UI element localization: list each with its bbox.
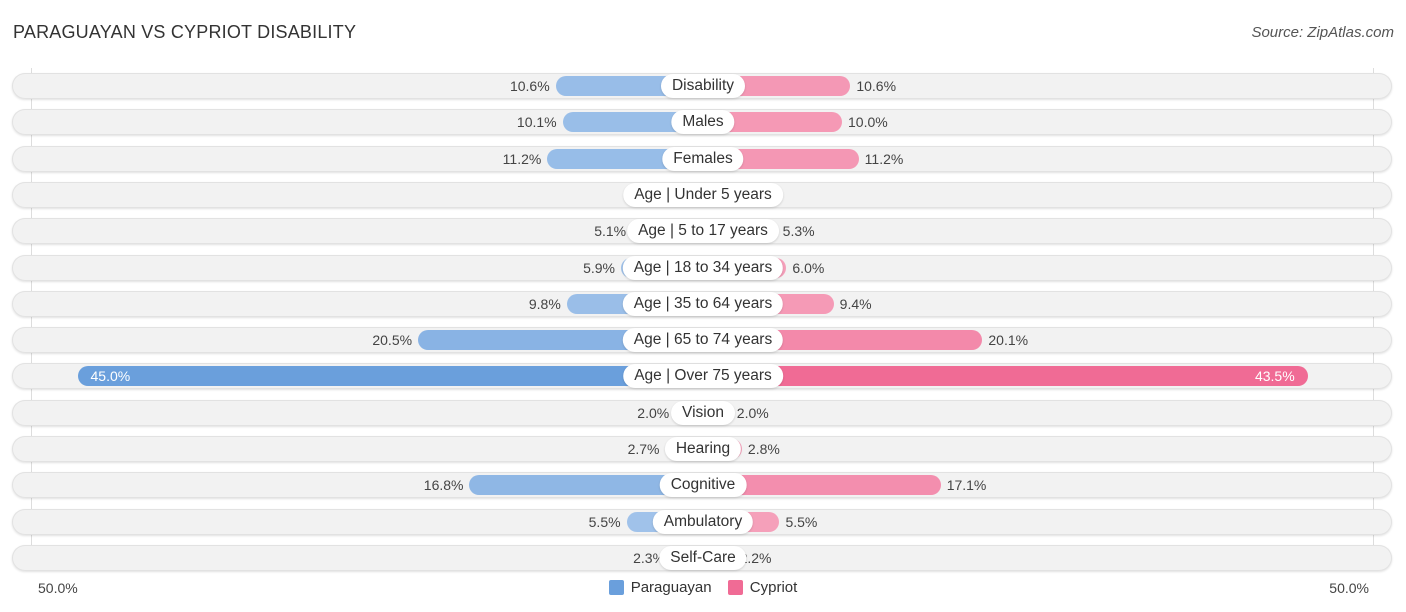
legend-swatch-paraguayan bbox=[608, 580, 624, 595]
value-label-paraguayan: 11.2% bbox=[502, 151, 542, 167]
value-label-paraguayan: 10.1% bbox=[516, 114, 557, 130]
value-label-cypriot: 6.0% bbox=[792, 260, 825, 276]
category-label: Ambulatory bbox=[652, 510, 754, 534]
category-label: Age | 65 to 74 years bbox=[622, 328, 784, 352]
value-label-cypriot: 5.5% bbox=[785, 514, 818, 530]
chart-title: PARAGUAYAN VS CYPRIOT DISABILITY bbox=[13, 22, 357, 42]
value-label-cypriot: 10.0% bbox=[848, 114, 888, 130]
value-label-cypriot: 17.1% bbox=[946, 477, 987, 493]
value-label-cypriot: 9.4% bbox=[839, 296, 872, 312]
value-label-paraguayan: 5.5% bbox=[588, 514, 621, 530]
source-label: Source: ZipAtlas.com bbox=[1251, 24, 1394, 41]
value-label-paraguayan: 5.9% bbox=[583, 260, 615, 276]
bar-paraguayan bbox=[77, 366, 703, 386]
category-label: Age | Under 5 years bbox=[623, 183, 783, 207]
category-label: Males bbox=[671, 110, 735, 134]
value-label-cypriot: 2.8% bbox=[747, 441, 780, 457]
value-label-paraguayan: 16.8% bbox=[423, 477, 464, 493]
legend-swatch-cypriot bbox=[727, 580, 743, 595]
value-label-paraguayan: 10.6% bbox=[509, 78, 550, 94]
category-label: Age | Over 75 years bbox=[623, 364, 783, 388]
legend-item-paraguayan[interactable]: Paraguayan bbox=[608, 579, 712, 596]
category-label: Cognitive bbox=[659, 473, 747, 497]
value-label-cypriot: 11.2% bbox=[864, 151, 904, 167]
value-label-paraguayan: 45.0% bbox=[90, 368, 131, 384]
category-label: Vision bbox=[671, 401, 735, 425]
value-label-cypriot: 5.3% bbox=[782, 223, 815, 239]
value-label-paraguayan: 5.1% bbox=[594, 223, 627, 239]
category-label: Age | 5 to 17 years bbox=[627, 219, 779, 243]
category-label: Hearing bbox=[664, 437, 742, 461]
bar-cypriot bbox=[703, 366, 1308, 386]
legend-label-paraguayan: Paraguayan bbox=[630, 579, 712, 596]
category-label: Disability bbox=[660, 74, 746, 98]
legend-item-cypriot[interactable]: Cypriot bbox=[727, 579, 798, 596]
category-label: Self-Care bbox=[659, 546, 747, 570]
value-label-cypriot: 2.0% bbox=[736, 405, 769, 421]
value-label-paraguayan: 2.0% bbox=[637, 405, 670, 421]
category-label: Females bbox=[662, 147, 744, 171]
value-label-cypriot: 20.1% bbox=[988, 332, 1029, 348]
category-label: Age | 18 to 34 years bbox=[622, 256, 784, 280]
value-label-paraguayan: 9.8% bbox=[528, 296, 561, 312]
value-label-paraguayan: 2.7% bbox=[627, 441, 660, 457]
value-label-cypriot: 43.5% bbox=[1254, 368, 1295, 384]
legend: Paraguayan Cypriot bbox=[0, 579, 1406, 599]
value-label-cypriot: 10.6% bbox=[856, 78, 897, 94]
legend-label-cypriot: Cypriot bbox=[749, 579, 798, 596]
category-label: Age | 35 to 64 years bbox=[622, 292, 784, 316]
value-label-paraguayan: 20.5% bbox=[372, 332, 413, 348]
